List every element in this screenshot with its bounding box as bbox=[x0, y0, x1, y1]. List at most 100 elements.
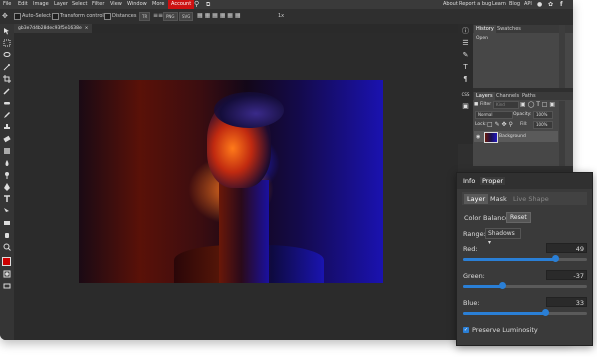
shape-tool-icon[interactable] bbox=[3, 219, 11, 227]
link-api[interactable]: API bbox=[524, 0, 532, 9]
screen-mode-icon[interactable] bbox=[3, 282, 11, 290]
link-about[interactable]: About bbox=[443, 0, 458, 9]
blur-tool-icon[interactable] bbox=[3, 159, 11, 167]
link-blog[interactable]: Blog bbox=[509, 0, 520, 9]
quick-mask-icon[interactable] bbox=[3, 270, 11, 278]
red-slider[interactable] bbox=[463, 255, 587, 262]
dodge-tool-icon[interactable] bbox=[3, 171, 11, 179]
layers-scrollbar[interactable] bbox=[559, 101, 565, 172]
blue-slider-handle[interactable] bbox=[541, 309, 549, 316]
crop-tool-icon[interactable] bbox=[3, 75, 11, 83]
reset-button[interactable]: Reset bbox=[506, 212, 531, 223]
filter-type-icons[interactable]: ▣ ◯ T □ ▣ bbox=[520, 101, 555, 108]
lasso-tool-icon[interactable] bbox=[3, 51, 11, 59]
menu-image[interactable]: Image bbox=[33, 0, 49, 9]
hand-tool-icon[interactable] bbox=[3, 231, 11, 239]
menu-edit[interactable]: Edit bbox=[18, 0, 28, 9]
path-select-tool-icon[interactable] bbox=[3, 207, 11, 215]
red-slider-handle[interactable] bbox=[551, 255, 559, 262]
lock-icons[interactable]: □ ✎ ✥ ⚲ bbox=[487, 121, 513, 128]
reddit-icon[interactable]: ● bbox=[537, 0, 542, 9]
auto-select-checkbox[interactable] bbox=[14, 13, 21, 20]
document-tab[interactable]: gb3e7d4b28dec93f5e1638e × bbox=[14, 24, 93, 33]
export-svg-button[interactable]: SVG bbox=[179, 12, 194, 21]
menu-more[interactable]: More bbox=[152, 0, 164, 9]
export-png-button[interactable]: PNG bbox=[163, 12, 178, 21]
subtab-live-shape[interactable]: Live Shape bbox=[510, 194, 552, 204]
history-scrollbar[interactable] bbox=[559, 25, 565, 88]
history-item-open[interactable]: Open bbox=[476, 36, 488, 41]
tab-swatches[interactable]: Swatches bbox=[495, 25, 523, 33]
document-image[interactable] bbox=[79, 80, 383, 283]
menu-select[interactable]: Select bbox=[72, 0, 87, 9]
brush-settings-icon[interactable]: ✎ bbox=[461, 51, 470, 60]
menu-file[interactable]: File bbox=[3, 0, 11, 9]
magic-wand-tool-icon[interactable] bbox=[3, 63, 11, 71]
zoom-tool-icon[interactable] bbox=[3, 243, 11, 251]
filter-checkbox[interactable]: ■ bbox=[474, 102, 478, 107]
menu-filter[interactable]: Filter bbox=[92, 0, 104, 9]
tab-history[interactable]: History bbox=[474, 25, 496, 33]
move-tool-icon[interactable] bbox=[3, 27, 11, 35]
distances-checkbox[interactable] bbox=[104, 13, 111, 20]
blue-value-input[interactable]: 33 bbox=[546, 297, 587, 307]
green-slider-handle[interactable] bbox=[498, 282, 506, 289]
kind-select[interactable]: Kind bbox=[493, 101, 519, 109]
menu-window[interactable]: Window bbox=[127, 0, 147, 9]
range-select[interactable]: Shadows ▾ bbox=[485, 228, 521, 246]
layer-name[interactable]: Background bbox=[499, 134, 526, 139]
visibility-eye-icon[interactable]: ◉ bbox=[476, 134, 480, 140]
css-icon[interactable]: CSS bbox=[461, 90, 470, 99]
clone-stamp-tool-icon[interactable] bbox=[3, 123, 11, 131]
fill-input[interactable]: 100% bbox=[533, 121, 553, 129]
eraser-tool-icon[interactable] bbox=[3, 135, 11, 143]
eyedropper-tool-icon[interactable] bbox=[3, 87, 11, 95]
tab-properties[interactable]: Proper bbox=[480, 177, 506, 185]
facebook-icon[interactable]: f bbox=[560, 0, 563, 9]
canvas-workspace[interactable] bbox=[14, 33, 458, 340]
layer-row[interactable]: ◉ Background bbox=[474, 131, 558, 143]
tab-info[interactable]: Info bbox=[463, 177, 475, 185]
tab-layers[interactable]: Layers bbox=[474, 92, 495, 100]
align-icons[interactable]: ≡≡ bbox=[153, 12, 163, 19]
info-icon[interactable]: ⓘ bbox=[461, 27, 470, 36]
foreground-color-swatch[interactable] bbox=[2, 257, 11, 266]
brush-tool-icon[interactable] bbox=[3, 111, 11, 119]
type-tool-icon[interactable] bbox=[3, 195, 11, 203]
gradient-tool-icon[interactable] bbox=[3, 147, 11, 155]
subtab-mask[interactable]: Mask bbox=[487, 194, 510, 204]
distribute-icons[interactable]: ▦ ▦ ▦ ▦ ▦ ▦ bbox=[197, 12, 241, 19]
zoom-label[interactable]: 1x bbox=[278, 13, 284, 19]
green-value-input[interactable]: -37 bbox=[546, 270, 587, 280]
properties-icon[interactable]: ☰ bbox=[461, 39, 470, 48]
twitter-icon[interactable]: ✿ bbox=[548, 0, 553, 9]
search-icon[interactable]: ⚲ bbox=[194, 0, 199, 9]
healing-tool-icon[interactable] bbox=[3, 99, 11, 107]
paragraph-icon[interactable]: ¶ bbox=[461, 75, 470, 84]
align-select[interactable]: TR bbox=[139, 12, 151, 21]
green-slider[interactable] bbox=[463, 282, 587, 289]
marquee-tool-icon[interactable] bbox=[3, 39, 11, 47]
preserve-luminosity-checkbox[interactable]: ✓ bbox=[463, 327, 469, 333]
pen-tool-icon[interactable] bbox=[3, 183, 11, 191]
subtab-layer[interactable]: Layer bbox=[464, 194, 489, 204]
image-icon[interactable]: ▣ bbox=[461, 102, 470, 111]
close-tab-icon[interactable]: × bbox=[83, 26, 89, 31]
character-icon[interactable]: T bbox=[461, 63, 470, 72]
menu-layer[interactable]: Layer bbox=[54, 0, 68, 9]
menu-view[interactable]: View bbox=[110, 0, 122, 9]
account-button[interactable]: Account bbox=[168, 0, 195, 9]
range-label: Range: bbox=[463, 230, 486, 238]
link-report-bug[interactable]: Report a bug bbox=[459, 0, 491, 9]
blue-slider[interactable] bbox=[463, 309, 587, 316]
filter-label: Filter bbox=[480, 102, 492, 107]
blend-mode-select[interactable]: Normal bbox=[475, 111, 513, 119]
fullscreen-icon[interactable]: ⧉ bbox=[206, 0, 210, 9]
red-value-input[interactable]: 49 bbox=[546, 243, 587, 253]
tab-paths[interactable]: Paths bbox=[520, 92, 538, 100]
options-bar: ✥ Auto-Select Transform controls Distanc… bbox=[0, 9, 573, 25]
opacity-input[interactable]: 100% bbox=[533, 111, 553, 119]
transform-controls-checkbox[interactable] bbox=[52, 13, 59, 20]
tab-channels[interactable]: Channels bbox=[494, 92, 521, 100]
link-learn[interactable]: Learn bbox=[492, 0, 506, 9]
